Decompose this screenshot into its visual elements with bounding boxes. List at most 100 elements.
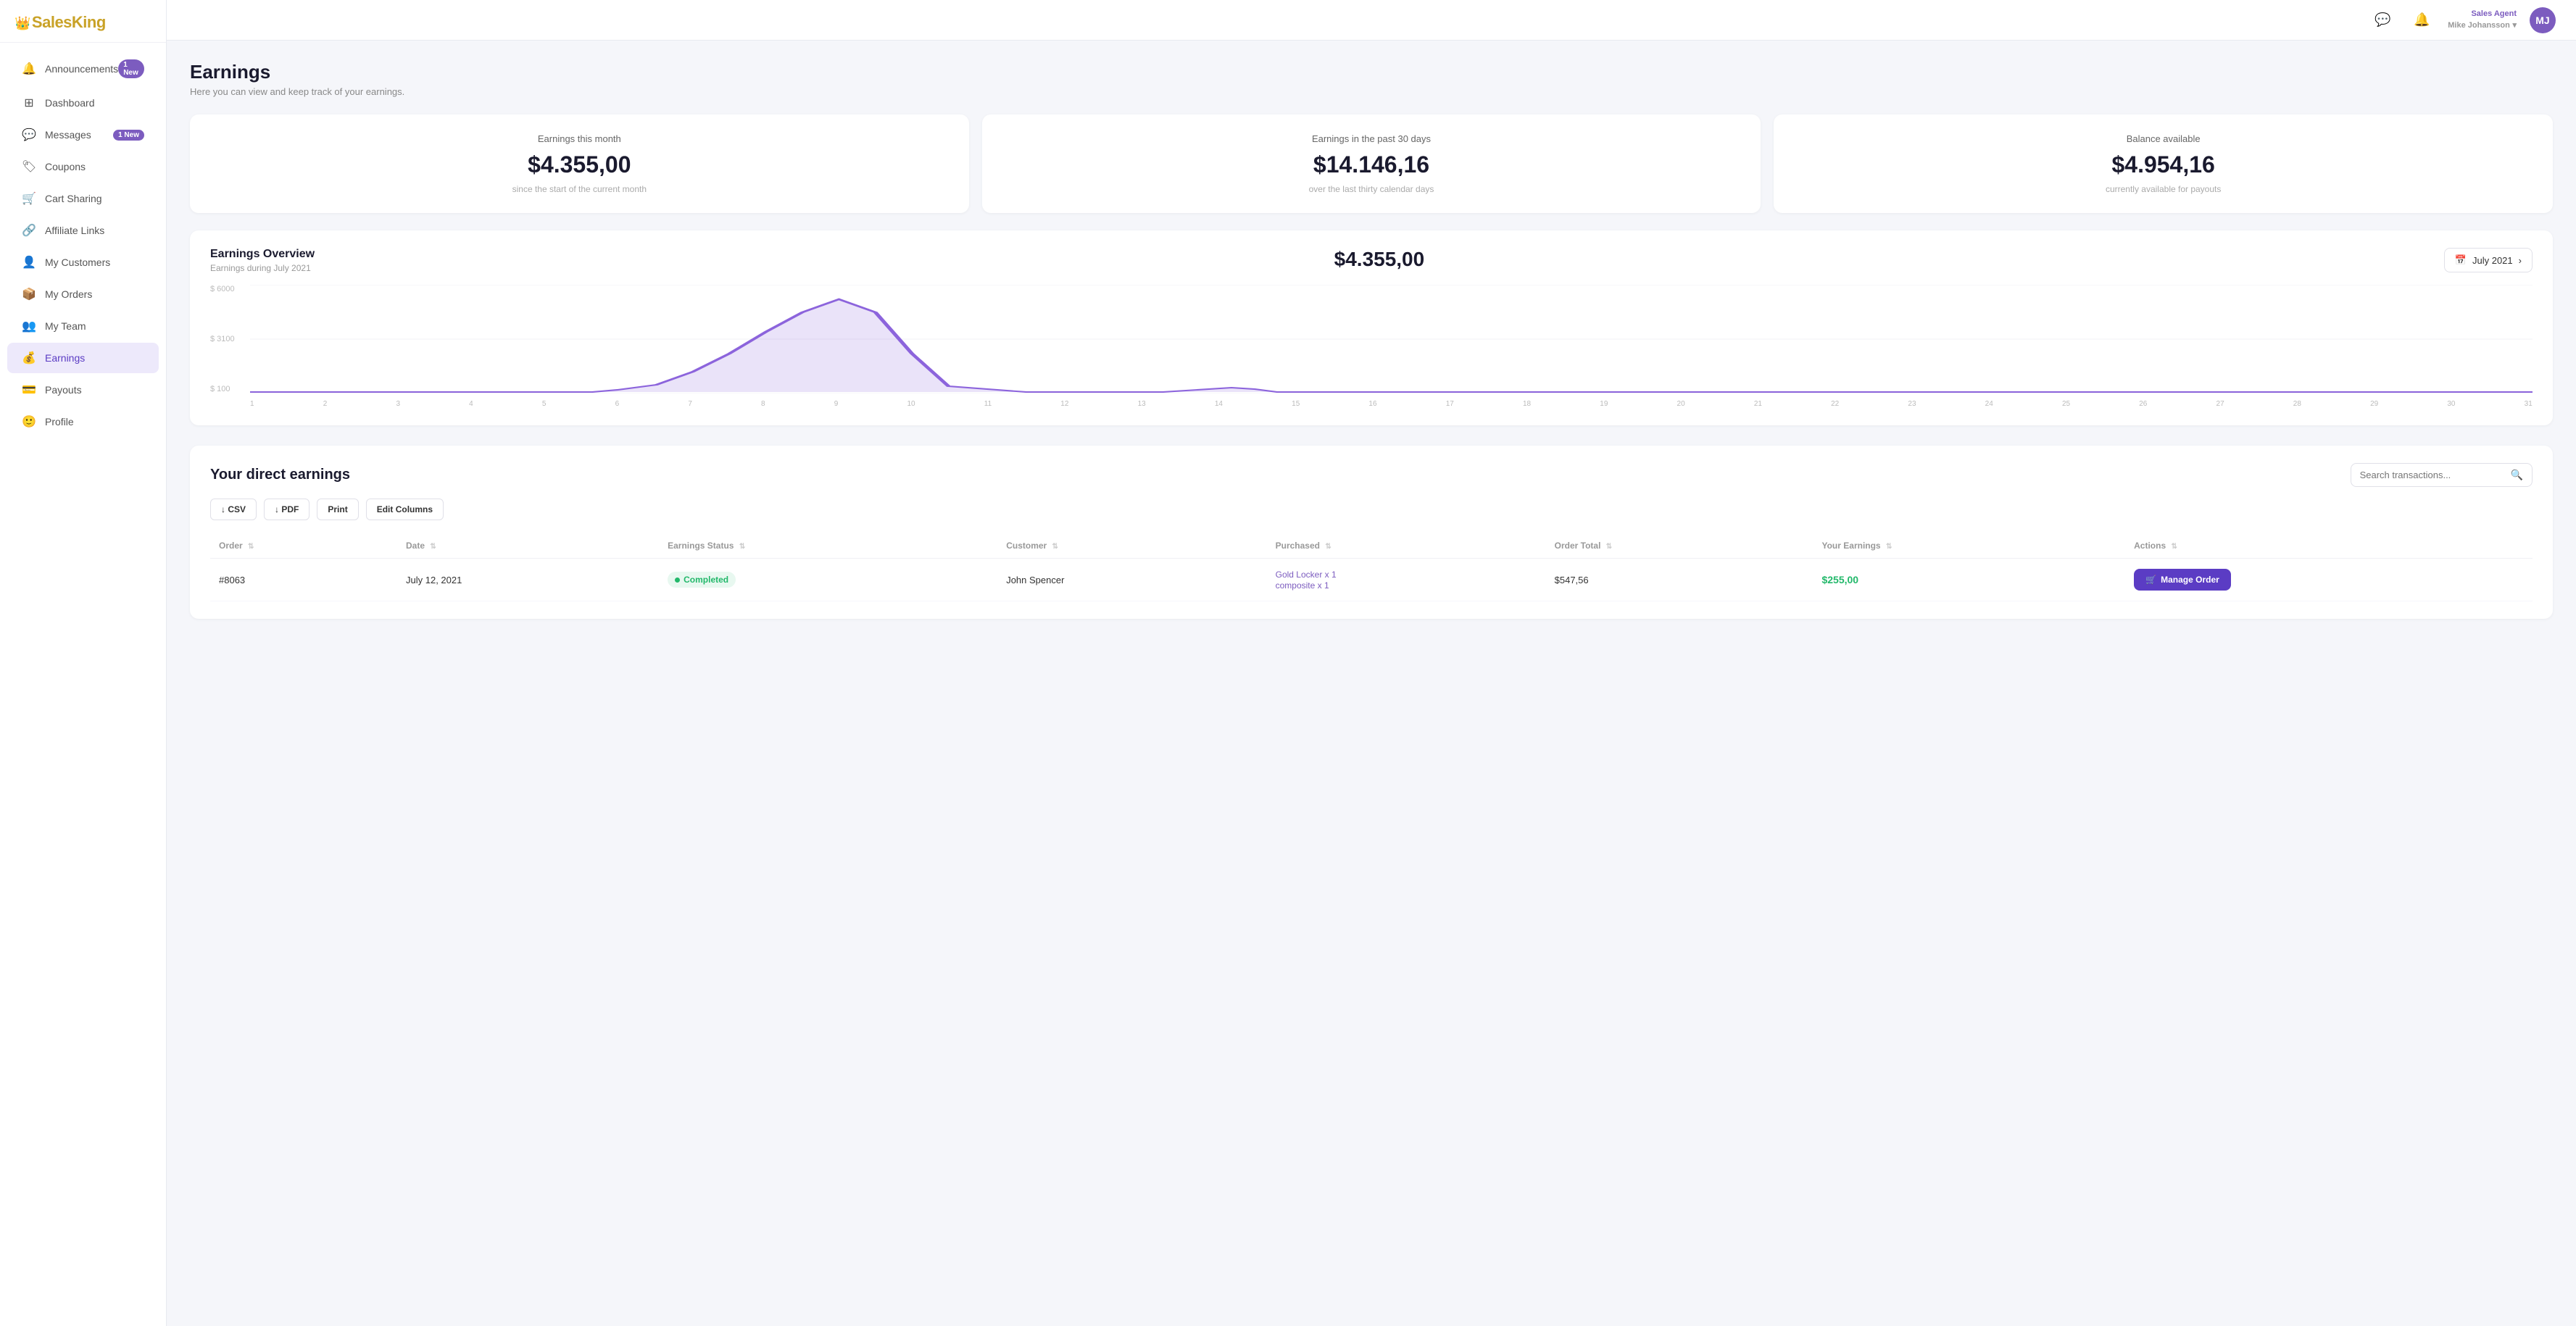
product-link[interactable]: composite x 1: [1276, 580, 1329, 591]
search-input[interactable]: [2360, 470, 2505, 480]
sidebar-item-my-customers[interactable]: 👤 My Customers: [7, 247, 159, 278]
messages-icon: 💬: [22, 128, 36, 142]
avatar[interactable]: MJ: [2530, 7, 2556, 33]
sort-icon: ⇅: [1052, 543, 1058, 551]
affiliate-links-icon: 🔗: [22, 223, 36, 238]
x-label: 23: [1908, 400, 1916, 408]
manage-order-button[interactable]: 🛒 Manage Order: [2134, 569, 2231, 591]
nav-list: 🔔 Announcements 1 New ⊞ Dashboard 💬 Mess…: [0, 43, 166, 1326]
edit-columns-button[interactable]: Edit Columns: [366, 499, 444, 520]
main-area: 💬 🔔 Sales Agent Mike Johansson ▾ MJ Earn…: [167, 0, 2576, 1326]
sidebar-item-label: Dashboard: [45, 97, 95, 109]
x-label: 31: [2525, 400, 2533, 408]
search-box[interactable]: 🔍: [2351, 463, 2533, 487]
card-note-0: since the start of the current month: [210, 184, 949, 194]
sidebar-item-label: Profile: [45, 416, 74, 428]
sidebar-item-my-orders[interactable]: 📦 My Orders: [7, 279, 159, 309]
product-link[interactable]: Gold Locker x 1: [1276, 570, 1337, 580]
print-button[interactable]: Print: [317, 499, 358, 520]
coupons-icon: 🏷: [22, 159, 36, 174]
sidebar-item-dashboard[interactable]: ⊞ Dashboard: [7, 88, 159, 118]
table-head: Order ⇅Date ⇅Earnings Status ⇅Customer ⇅…: [210, 533, 2533, 559]
sidebar-item-label: Announcements: [45, 63, 118, 75]
date-picker-button[interactable]: 📅 July 2021 ›: [2444, 248, 2533, 272]
chart-header: Earnings Overview Earnings during July 2…: [210, 248, 2533, 273]
sidebar-item-my-team[interactable]: 👥 My Team: [7, 311, 159, 341]
csv-button[interactable]: ↓ CSV: [210, 499, 257, 520]
x-label: 4: [469, 400, 473, 408]
col-order[interactable]: Order ⇅: [210, 533, 397, 559]
col-earnings-status[interactable]: Earnings Status ⇅: [659, 533, 997, 559]
col-customer[interactable]: Customer ⇅: [997, 533, 1266, 559]
user-info: Sales Agent Mike Johansson ▾: [2448, 9, 2517, 31]
sidebar-item-label: Affiliate Links: [45, 225, 104, 236]
sidebar-item-profile[interactable]: 🙂 Profile: [7, 406, 159, 437]
card-label-0: Earnings this month: [210, 133, 949, 144]
earnings-title: Your direct earnings: [210, 467, 350, 483]
chart-plot: [250, 285, 2533, 393]
card-note-1: over the last thirty calendar days: [1002, 184, 1741, 194]
logo-area: 👑SalesKing: [0, 0, 166, 43]
col-order-total[interactable]: Order Total ⇅: [1546, 533, 1813, 559]
bell-icon[interactable]: 🔔: [2409, 7, 2435, 33]
x-label: 21: [1754, 400, 1762, 408]
badge-messages: 1 New: [113, 130, 144, 141]
sidebar-item-earnings[interactable]: 💰 Earnings: [7, 343, 159, 373]
chart-subtitle: Earnings during July 2021: [210, 263, 315, 273]
cart-sharing-icon: 🛒: [22, 191, 36, 206]
card-amount-2: $4.954,16: [1794, 151, 2533, 178]
sort-icon: ⇅: [739, 543, 745, 551]
x-label: 8: [761, 400, 765, 408]
logo: 👑SalesKing: [14, 13, 151, 32]
sidebar-item-label: Payouts: [45, 384, 82, 396]
status-dot: [675, 577, 680, 583]
y-label: $ 3100: [210, 335, 246, 343]
x-label: 24: [1985, 400, 1993, 408]
cell-date: July 12, 2021: [397, 559, 659, 601]
sidebar-item-announcements[interactable]: 🔔 Announcements 1 New: [7, 51, 159, 86]
col-your-earnings[interactable]: Your Earnings ⇅: [1813, 533, 2125, 559]
sidebar-item-label: Coupons: [45, 161, 86, 172]
sort-icon: ⇅: [430, 543, 436, 551]
x-label: 28: [2293, 400, 2301, 408]
col-date[interactable]: Date ⇅: [397, 533, 659, 559]
sidebar-item-affiliate-links[interactable]: 🔗 Affiliate Links: [7, 215, 159, 246]
cart-icon: 🛒: [2145, 575, 2156, 585]
cell-order: #8063: [210, 559, 397, 601]
sidebar-item-messages[interactable]: 💬 Messages 1 New: [7, 120, 159, 150]
my-customers-icon: 👤: [22, 255, 36, 270]
sidebar-item-payouts[interactable]: 💳 Payouts: [7, 375, 159, 405]
x-label: 22: [1831, 400, 1839, 408]
chart-title: Earnings Overview: [210, 248, 315, 261]
badge-announcements: 1 New: [118, 59, 144, 78]
col-purchased[interactable]: Purchased ⇅: [1267, 533, 1546, 559]
col-actions[interactable]: Actions ⇅: [2125, 533, 2533, 559]
x-label: 1: [250, 400, 254, 408]
dashboard-icon: ⊞: [22, 96, 36, 110]
x-label: 16: [1368, 400, 1376, 408]
x-label: 10: [907, 400, 915, 408]
logo-text-dark: Sales: [32, 13, 72, 31]
earnings-table: Order ⇅Date ⇅Earnings Status ⇅Customer ⇅…: [210, 533, 2533, 601]
cell-actions: 🛒 Manage Order: [2125, 559, 2533, 601]
x-label: 19: [1600, 400, 1608, 408]
logo-text-gold: King: [72, 13, 106, 31]
x-label: 3: [396, 400, 400, 408]
date-label: July 2021: [2472, 255, 2513, 266]
topbar: 💬 🔔 Sales Agent Mike Johansson ▾ MJ: [167, 0, 2576, 41]
sort-icon: ⇅: [248, 543, 254, 551]
sidebar-item-coupons[interactable]: 🏷 Coupons: [7, 151, 159, 182]
sidebar-item-label: Cart Sharing: [45, 193, 102, 204]
sidebar: 👑SalesKing 🔔 Announcements 1 New ⊞ Dashb…: [0, 0, 167, 1326]
user-name-btn[interactable]: Mike Johansson ▾: [2448, 19, 2517, 31]
x-label: 26: [2139, 400, 2147, 408]
summary-card-0: Earnings this month $4.355,00 since the …: [190, 114, 969, 213]
chat-icon[interactable]: 💬: [2369, 7, 2396, 33]
chart-svg: [250, 285, 2533, 393]
sidebar-item-cart-sharing[interactable]: 🛒 Cart Sharing: [7, 183, 159, 214]
announcements-icon: 🔔: [22, 62, 36, 76]
pdf-button[interactable]: ↓ PDF: [264, 499, 309, 520]
user-name-text: Mike Johansson: [2448, 21, 2510, 30]
chart-area: $ 6000$ 3100$ 100 1234567891011121314151…: [210, 285, 2533, 408]
search-icon: 🔍: [2511, 469, 2523, 481]
